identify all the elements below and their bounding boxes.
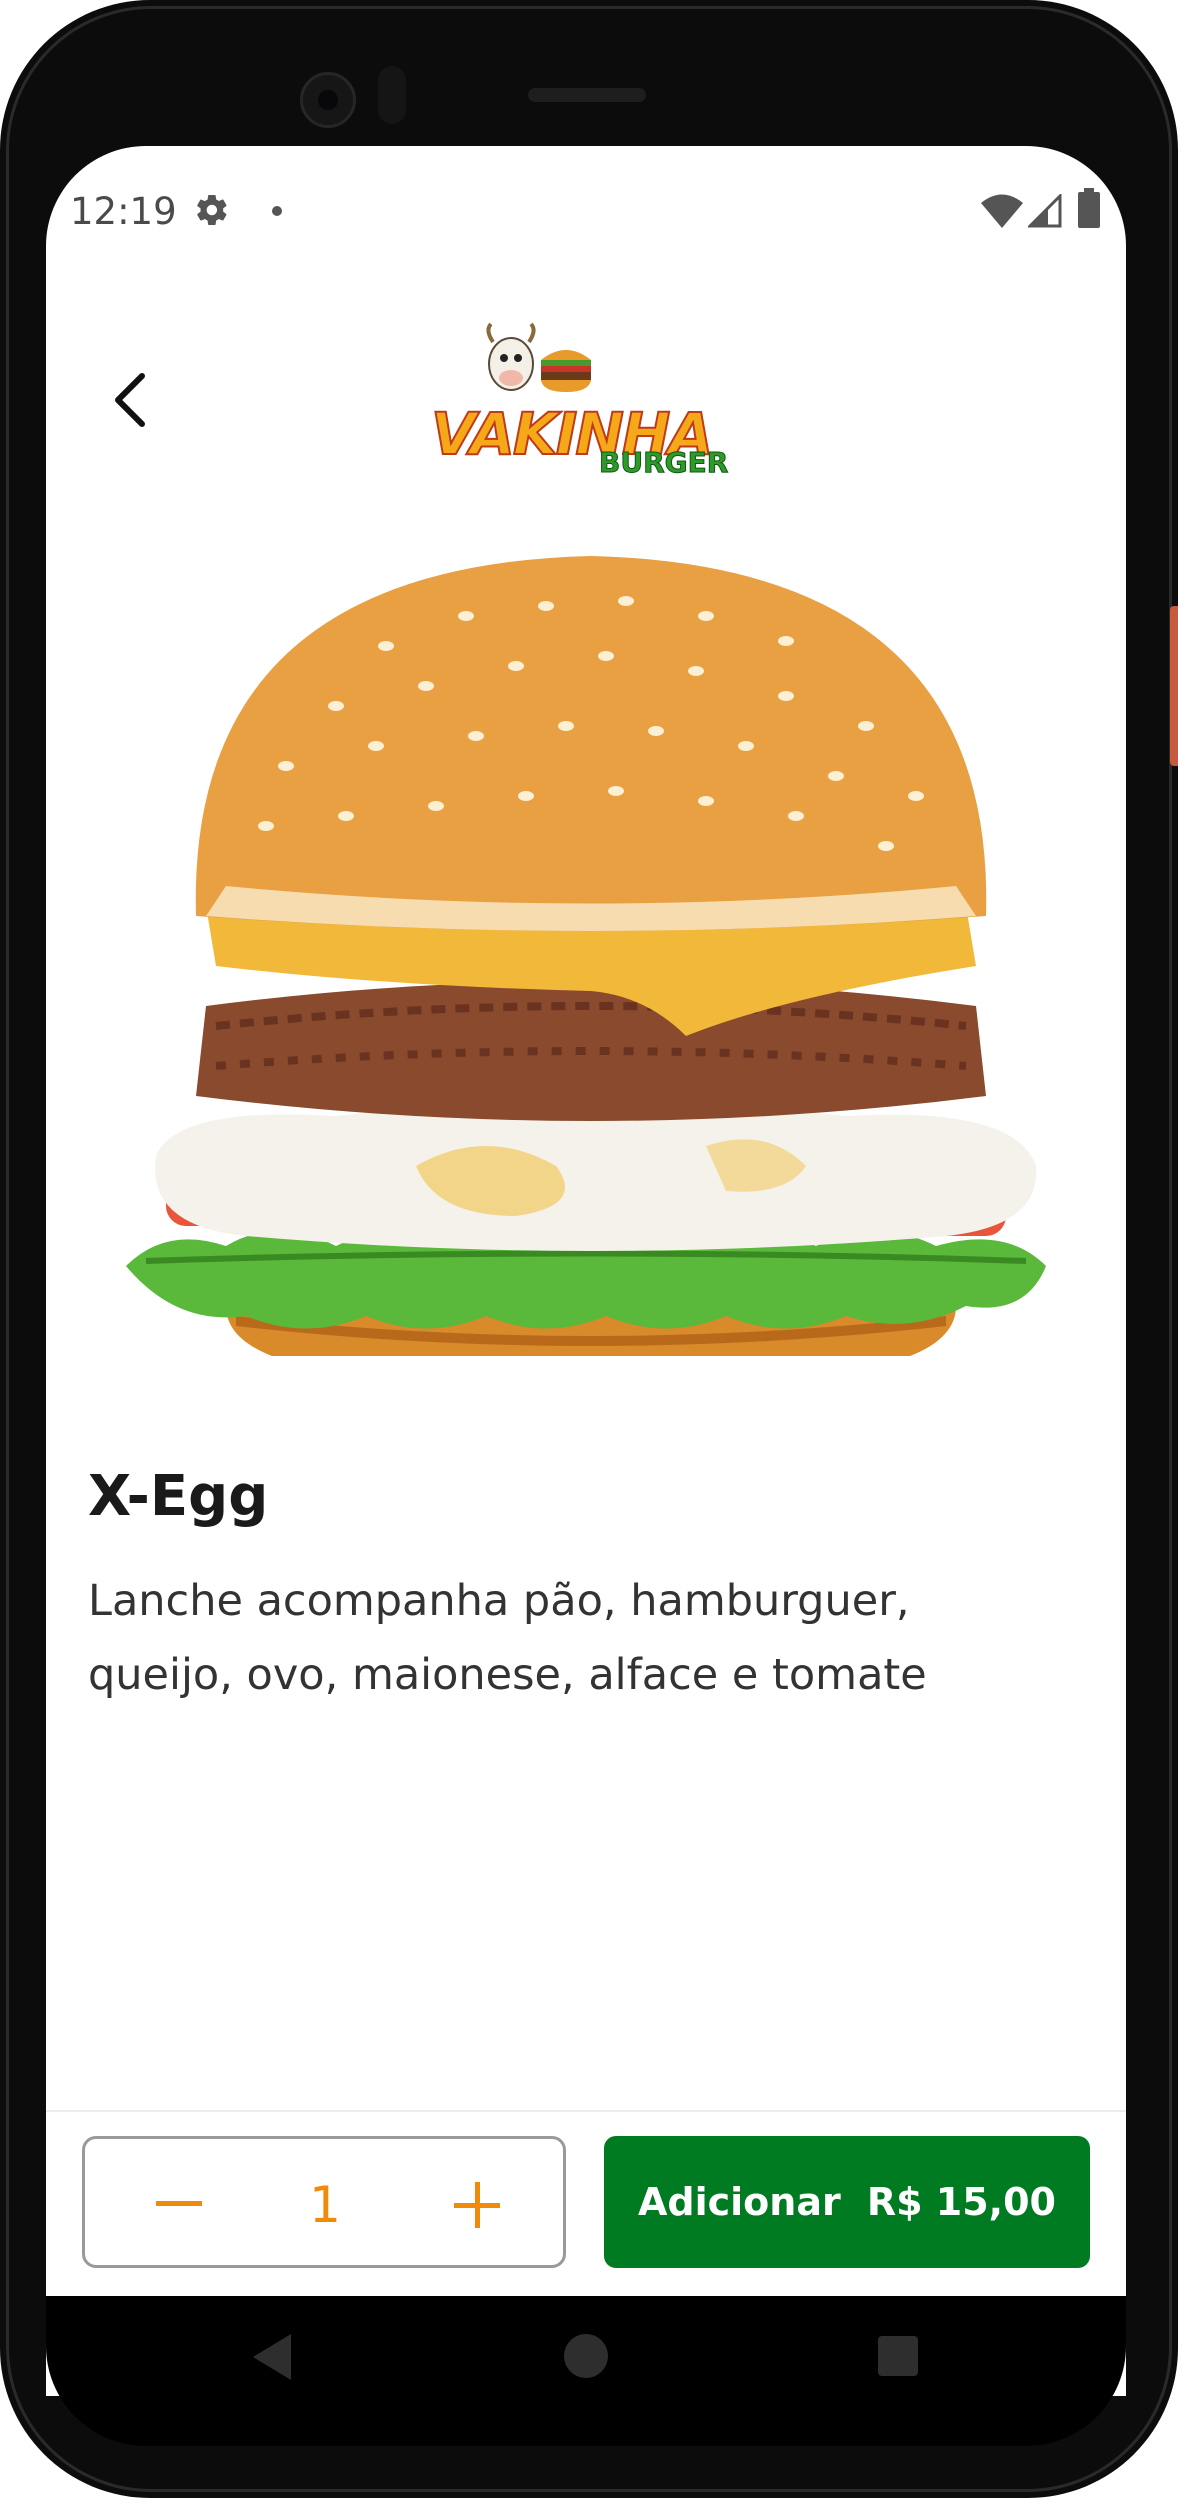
product-description: Lanche acompanha pão, hamburguer, queijo…	[88, 1576, 927, 1700]
decrease-quantity-button[interactable]	[139, 2165, 219, 2245]
app-screen: 12:19 VAKINHA BURGER X-Egg Lanche acompa…	[46, 146, 1126, 2396]
front-camera	[300, 72, 356, 128]
square-recents-icon[interactable]	[878, 2336, 918, 2376]
status-time: 12:19	[70, 190, 177, 233]
chevron-left-icon	[115, 373, 145, 427]
wifi-icon	[981, 194, 1023, 228]
cow-burger-mascot-icon	[486, 322, 591, 392]
add-button-price: R$ 15,00	[866, 2180, 1056, 2224]
footer-divider	[46, 2110, 1126, 2112]
phone-frame: 12:19 VAKINHA BURGER X-Egg Lanche acompa…	[0, 0, 1178, 2498]
proximity-sensor	[378, 66, 406, 124]
add-button-label: Adicionar	[638, 2180, 841, 2224]
plus-icon	[454, 2182, 500, 2228]
back-button[interactable]	[92, 362, 168, 438]
increase-quantity-button[interactable]	[437, 2165, 517, 2245]
quantity-value: 1	[309, 2176, 341, 2234]
signal-icon	[1028, 194, 1062, 228]
logo-sub-text: BURGER	[598, 446, 729, 480]
earpiece-speaker	[528, 88, 646, 102]
notification-dot-icon	[272, 206, 282, 216]
product-title: X-Egg	[88, 1464, 269, 1529]
minus-icon	[156, 2201, 202, 2206]
add-to-cart-button[interactable]: Adicionar R$ 15,00	[604, 2136, 1090, 2268]
triangle-back-icon[interactable]	[249, 2332, 295, 2382]
brand-logo: VAKINHA BURGER	[430, 320, 749, 480]
product-image	[126, 556, 1046, 1356]
gear-icon	[197, 194, 227, 226]
system-navigation-bar	[46, 2296, 1126, 2446]
circle-home-icon[interactable]	[564, 2334, 608, 2378]
power-button	[1170, 606, 1178, 766]
quantity-stepper: 1	[82, 2136, 566, 2268]
battery-icon	[1078, 188, 1100, 228]
